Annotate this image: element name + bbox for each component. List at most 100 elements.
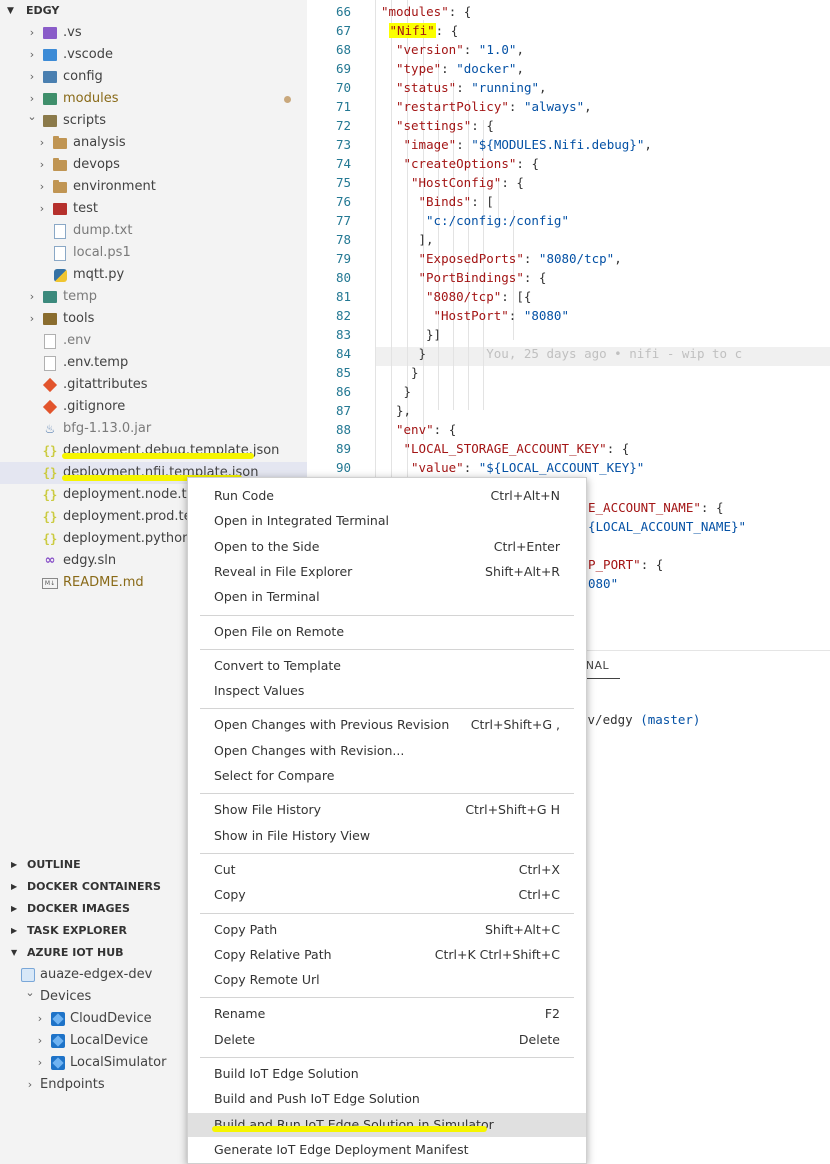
menu-item-convert-to-template[interactable]: Convert to Template bbox=[188, 654, 586, 678]
section-outline[interactable]: ▶ OUTLINE bbox=[0, 854, 185, 876]
json-icon: {} bbox=[42, 510, 58, 524]
code-token: }] bbox=[426, 327, 442, 342]
menu-item-delete[interactable]: Delete Delete bbox=[188, 1028, 586, 1052]
code-line: "status": "running", bbox=[396, 80, 547, 95]
tree-item-env[interactable]: .env bbox=[0, 330, 307, 352]
section-docker-containers[interactable]: ▶ DOCKER CONTAINERS bbox=[0, 876, 185, 898]
code-token: "ExposedPorts" bbox=[418, 251, 524, 266]
tree-item-gitattributes[interactable]: .gitattributes bbox=[0, 374, 307, 396]
tree-item-tools[interactable]: › tools bbox=[0, 308, 307, 330]
menu-item-run-code[interactable]: Run Code Ctrl+Alt+N bbox=[188, 484, 586, 508]
menu-item-open-in-integrated-terminal[interactable]: Open in Integrated Terminal bbox=[188, 509, 586, 533]
device-item-localsimulator[interactable]: › LocalSimulator bbox=[0, 1052, 185, 1074]
tree-item-text: bfg-1.13.0.jar bbox=[63, 421, 152, 436]
device-item-clouddevice[interactable]: › CloudDevice bbox=[0, 1008, 185, 1030]
menu-item-reveal-in-file-explorer[interactable]: Reveal in File Explorer Shift+Alt+R bbox=[188, 560, 586, 584]
menu-item-cut[interactable]: Cut Ctrl+X bbox=[188, 858, 586, 882]
line-number: 83 bbox=[335, 327, 351, 342]
menu-item-open-changes-with-revision[interactable]: Open Changes with Revision... bbox=[188, 739, 586, 763]
explorer-root-header[interactable]: ▼ EDGY bbox=[0, 0, 307, 22]
section-task-explorer[interactable]: ▶ TASK EXPLORER bbox=[0, 920, 185, 942]
tree-item-label: .env.temp bbox=[63, 352, 128, 374]
section-label: OUTLINE bbox=[27, 858, 81, 871]
tree-item-env-temp[interactable]: .env.temp bbox=[0, 352, 307, 374]
menu-item-copy-remote-url[interactable]: Copy Remote Url bbox=[188, 968, 586, 992]
code-line: "version": "1.0", bbox=[396, 42, 524, 57]
tree-item-text: local.ps1 bbox=[73, 245, 131, 260]
tree-item-label: deployment.prod.tem bbox=[63, 506, 204, 528]
terminal-prompt: ev/edgy (master) bbox=[580, 712, 700, 727]
menu-separator bbox=[200, 708, 574, 710]
line-number: 67 bbox=[335, 23, 351, 38]
code-line: "Binds": [ bbox=[419, 194, 494, 209]
code-token: "env" bbox=[396, 422, 434, 437]
line-number: 68 bbox=[335, 42, 351, 57]
tree-item-environment[interactable]: › environment bbox=[0, 176, 307, 198]
code-token: "docker" bbox=[456, 61, 517, 76]
menu-item-shortcut: Shift+Alt+R bbox=[485, 563, 560, 579]
code-token: "version" bbox=[396, 42, 464, 57]
section-azure-iot-hub[interactable]: ▼ AZURE IOT HUB bbox=[0, 942, 185, 964]
chevron-right-icon: › bbox=[27, 1078, 33, 1091]
code-line: "8080/tcp": [{ bbox=[426, 289, 531, 304]
tree-item-dump-txt[interactable]: dump.txt bbox=[0, 220, 307, 242]
code-token: , bbox=[539, 80, 547, 95]
tree-item-local-ps1[interactable]: local.ps1 bbox=[0, 242, 307, 264]
tree-item-vscode[interactable]: › .vscode bbox=[0, 44, 307, 66]
markdown-icon: M↓ bbox=[42, 575, 58, 591]
menu-item-open-in-terminal[interactable]: Open in Terminal bbox=[188, 585, 586, 609]
menu-item-select-for-compare[interactable]: Select for Compare bbox=[188, 764, 586, 788]
iot-hub-icon bbox=[20, 967, 36, 983]
tree-item-test[interactable]: › test bbox=[0, 198, 307, 220]
tree-item-label: local.ps1 bbox=[73, 242, 131, 264]
line-number: 71 bbox=[335, 99, 351, 114]
device-item-localdevice[interactable]: › LocalDevice bbox=[0, 1030, 185, 1052]
tree-item-label: bfg-1.13.0.jar bbox=[63, 418, 151, 440]
menu-item-open-file-on-remote[interactable]: Open File on Remote bbox=[188, 620, 586, 644]
tree-item-devops[interactable]: › devops bbox=[0, 154, 307, 176]
tree-item-label: Devices bbox=[40, 989, 92, 1004]
tree-item-text: deployment.node.tem bbox=[63, 487, 208, 502]
tree-item-analysis[interactable]: › analysis bbox=[0, 132, 307, 154]
menu-item-build-and-push-iot-edge-solution[interactable]: Build and Push IoT Edge Solution bbox=[188, 1087, 586, 1111]
highlight-underline bbox=[212, 1126, 487, 1132]
menu-item-rename[interactable]: Rename F2 bbox=[188, 1002, 586, 1026]
devices-node[interactable]: ⌄ Devices bbox=[0, 986, 185, 1008]
tree-item-mqtt-py[interactable]: mqtt.py bbox=[0, 264, 307, 286]
line-number: 78 bbox=[335, 232, 351, 247]
menu-item-show-file-history[interactable]: Show File History Ctrl+Shift+G H bbox=[188, 798, 586, 822]
menu-item-show-in-file-history-view[interactable]: Show in File History View bbox=[188, 824, 586, 848]
tree-item-label: .vs bbox=[63, 22, 82, 44]
menu-item-label: Run Code bbox=[214, 488, 274, 503]
menu-item-build-iot-edge-solution[interactable]: Build IoT Edge Solution bbox=[188, 1062, 586, 1086]
menu-item-open-to-the-side[interactable]: Open to the Side Ctrl+Enter bbox=[188, 535, 586, 559]
highlight-underline bbox=[62, 453, 254, 459]
tree-item-label: CloudDevice bbox=[70, 1011, 152, 1026]
tree-item-text: environment bbox=[73, 179, 156, 194]
line-number: 79 bbox=[335, 251, 351, 266]
tree-item-gitignore[interactable]: .gitignore bbox=[0, 396, 307, 418]
tree-item-scripts[interactable]: ⌄ scripts bbox=[0, 110, 307, 132]
menu-item-copy-relative-path[interactable]: Copy Relative Path Ctrl+K Ctrl+Shift+C bbox=[188, 943, 586, 967]
menu-item-shortcut: Ctrl+X bbox=[518, 861, 560, 877]
line-number: 86 bbox=[335, 384, 351, 399]
menu-item-build-and-run-iot-edge-solution-in-simulator[interactable]: Build and Run IoT Edge Solution in Simul… bbox=[188, 1112, 586, 1137]
tree-item-vs[interactable]: › .vs bbox=[0, 22, 307, 44]
menu-item-copy[interactable]: Copy Ctrl+C bbox=[188, 883, 586, 907]
tree-item-modules[interactable]: › modules bbox=[0, 88, 307, 110]
menu-separator bbox=[200, 648, 574, 650]
visual-studio-folder-icon bbox=[42, 25, 58, 41]
tree-item-bfg-jar[interactable]: ♨ bfg-1.13.0.jar bbox=[0, 418, 307, 440]
git-icon bbox=[42, 399, 58, 415]
tree-item-config[interactable]: › config bbox=[0, 66, 307, 88]
tree-item-temp[interactable]: › temp bbox=[0, 286, 307, 308]
endpoints-node[interactable]: › Endpoints bbox=[0, 1074, 185, 1096]
tree-item-label: .gitignore bbox=[63, 396, 125, 418]
code-token: "PortBindings" bbox=[418, 270, 524, 285]
section-docker-images[interactable]: ▶ DOCKER IMAGES bbox=[0, 898, 185, 920]
menu-item-generate-iot-edge-deployment-manifest[interactable]: Generate IoT Edge Deployment Manifest bbox=[188, 1138, 586, 1162]
menu-item-open-changes-with-previous-revision[interactable]: Open Changes with Previous Revision Ctrl+… bbox=[188, 713, 586, 737]
menu-item-inspect-values[interactable]: Inspect Values bbox=[188, 679, 586, 703]
menu-item-copy-path[interactable]: Copy Path Shift+Alt+C bbox=[188, 918, 586, 942]
code-token: "status" bbox=[396, 80, 457, 95]
